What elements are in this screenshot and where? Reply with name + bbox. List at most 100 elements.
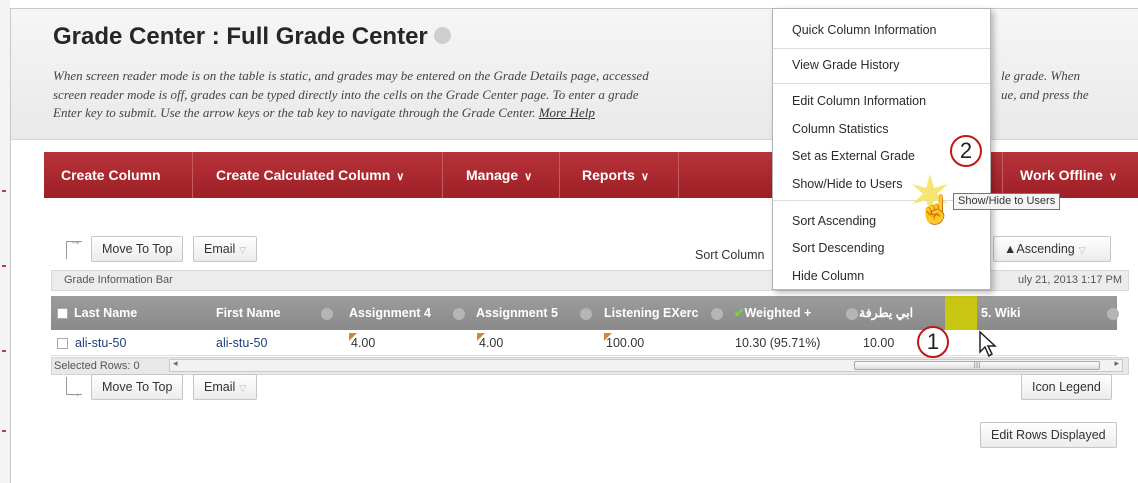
left-edge-strip xyxy=(0,0,10,483)
scrollbar-thumb[interactable]: III xyxy=(854,361,1100,370)
column-menu-icon[interactable] xyxy=(453,308,465,320)
reports-menu[interactable]: Reports ∨ xyxy=(582,152,649,198)
menu-item-set-as-external-grade[interactable]: Set as External Grade xyxy=(792,149,915,163)
column-header-assignment-5[interactable]: Assignment 5 xyxy=(476,296,592,330)
checkmark-icon: ✔ xyxy=(734,306,745,320)
column-header-label: Last Name xyxy=(74,306,138,320)
chevron-down-icon: ∨ xyxy=(396,171,405,183)
cell-arabic[interactable]: 10.00 xyxy=(863,330,894,356)
column-menu-icon[interactable] xyxy=(1107,308,1119,320)
cell-assignment-4[interactable]: 4.00 xyxy=(349,330,375,356)
dropdown-icon: ▽ xyxy=(239,383,247,393)
scrollbar-grip: III xyxy=(973,361,981,370)
toolbar-divider xyxy=(192,152,193,198)
work-offline-label: Work Offline xyxy=(1020,167,1103,183)
column-header-label: Assignment 4 xyxy=(349,306,431,320)
icon-legend-button[interactable]: Icon Legend xyxy=(1021,374,1112,400)
chevron-down-icon: ∨ xyxy=(640,171,649,183)
menu-item-show-hide-to-users[interactable]: Show/Hide to Users xyxy=(792,177,902,191)
email-label: Email xyxy=(204,380,236,394)
instructions-tail-1: le grade. When xyxy=(1001,68,1081,83)
menu-item-sort-descending[interactable]: Sort Descending xyxy=(792,241,884,255)
grade-information-label: Grade Information Bar xyxy=(64,274,173,286)
column-menu-icon[interactable] xyxy=(580,308,592,320)
move-to-top-label: Move To Top xyxy=(102,242,173,256)
help-circle-icon[interactable] xyxy=(433,27,451,45)
reports-label: Reports xyxy=(582,167,635,183)
page-title-text: Grade Center : Full Grade Center xyxy=(53,23,428,50)
instructions-text-3: Enter key to submit. Use the arrow keys … xyxy=(53,105,536,120)
cell-last-name[interactable]: ali-stu-50 xyxy=(75,330,126,356)
row-select-checkbox[interactable] xyxy=(57,330,74,356)
arrow-cursor-icon xyxy=(979,330,997,358)
tooltip: Show/Hide to Users xyxy=(953,193,1061,210)
move-to-top-button[interactable]: Move To Top xyxy=(91,236,184,262)
email-button-bottom[interactable]: Email ▽ xyxy=(193,374,258,400)
last-saved-date: uly 21, 2013 1:17 PM xyxy=(1018,274,1122,286)
column-header-label: Assignment 5 xyxy=(476,306,558,320)
work-offline-menu[interactable]: Work Offline ∨ xyxy=(1020,152,1117,198)
dropdown-icon: ▽ xyxy=(1078,245,1086,255)
icon-legend-label: Icon Legend xyxy=(1032,380,1101,394)
column-header-label: ابي يطرفة xyxy=(859,306,914,320)
create-calculated-column-menu[interactable]: Create Calculated Column ∨ xyxy=(216,152,404,198)
needs-grading-flag-icon xyxy=(604,333,612,341)
create-column-label: Create Column xyxy=(61,167,161,183)
column-header-arabic[interactable]: ابي يطرفة xyxy=(859,296,913,330)
edit-rows-displayed-button[interactable]: Edit Rows Displayed xyxy=(980,422,1117,448)
sort-ascending-select[interactable]: ▲Ascending ▽ xyxy=(993,236,1111,262)
column-header-assignment-4[interactable]: Assignment 4 xyxy=(349,296,465,330)
column-header-listening[interactable]: Listening EXerc xyxy=(604,296,723,330)
needs-grading-flag-icon xyxy=(477,333,485,341)
cell-first-name[interactable]: ali-stu-50 xyxy=(216,330,267,356)
column-header-label: Weighted + xyxy=(744,306,812,320)
selected-rows-count: Selected Rows: 0 xyxy=(54,360,140,372)
menu-item-edit-column-information[interactable]: Edit Column Information xyxy=(792,94,926,108)
instructions-text-2: screen reader mode is off, grades can be… xyxy=(53,86,639,102)
scroll-right-icon[interactable]: ▸ xyxy=(1114,358,1119,369)
menu-item-hide-column[interactable]: Hide Column xyxy=(792,269,864,283)
more-help-link[interactable]: More Help xyxy=(539,105,595,120)
menu-divider xyxy=(773,48,990,49)
menu-item-sort-ascending[interactable]: Sort Ascending xyxy=(792,214,876,228)
horizontal-scrollbar[interactable]: ◂ III ▸ xyxy=(169,358,1123,372)
scroll-left-icon[interactable]: ◂ xyxy=(173,358,178,369)
column-header-first-name[interactable]: First Name xyxy=(216,296,333,330)
email-button[interactable]: Email ▽ xyxy=(193,236,258,262)
grid-header-row: Last Name First Name Assignment 4 Assign… xyxy=(51,296,1119,330)
cell-listening[interactable]: 100.00 xyxy=(604,330,644,356)
table-row: ali-stu-50 ali-stu-50 4.00 4.00 100.00 1… xyxy=(51,330,1117,356)
column-header-label: 5. Wiki xyxy=(981,306,1021,320)
edit-rows-displayed-label: Edit Rows Displayed xyxy=(991,428,1106,442)
menu-item-view-grade-history[interactable]: View Grade History xyxy=(792,58,899,72)
toolbar-divider xyxy=(678,152,679,198)
column-menu-icon[interactable] xyxy=(846,308,858,320)
cell-assignment-5[interactable]: 4.00 xyxy=(477,330,503,356)
row-checkbox[interactable] xyxy=(57,338,68,350)
manage-label: Manage xyxy=(466,167,519,183)
create-column-button[interactable]: Create Column xyxy=(61,152,161,198)
instructions-tail-2: ue, and press the xyxy=(1001,86,1089,102)
page-title: Grade Center : Full Grade Center xyxy=(53,23,451,51)
move-to-top-button-bottom[interactable]: Move To Top xyxy=(91,374,184,400)
menu-item-column-statistics[interactable]: Column Statistics xyxy=(792,122,889,136)
column-header-weighted[interactable]: ✔Weighted + xyxy=(734,296,858,330)
column-menu-icon[interactable] xyxy=(321,308,333,320)
sort-columns-label: Sort Column xyxy=(695,248,765,262)
cell-weighted[interactable]: 10.30 (95.71%) xyxy=(735,330,820,356)
toolbar-divider xyxy=(1002,152,1003,198)
instructions-text-1: When screen reader mode is on the table … xyxy=(53,68,649,83)
menu-divider xyxy=(773,83,990,84)
move-to-top-label: Move To Top xyxy=(102,380,173,394)
ascending-label: ▲Ascending xyxy=(1004,242,1075,256)
column-header-wiki[interactable]: 5. Wiki xyxy=(981,296,1119,330)
toolbar-divider xyxy=(442,152,443,198)
step-1-marker: 1 xyxy=(917,326,949,358)
manage-menu[interactable]: Manage ∨ xyxy=(466,152,532,198)
menu-item-quick-column-information[interactable]: Quick Column Information xyxy=(792,23,937,37)
toolbar-divider xyxy=(559,152,560,198)
email-label: Email xyxy=(204,242,236,256)
column-menu-icon[interactable] xyxy=(711,308,723,320)
column-header-last-name[interactable]: Last Name xyxy=(57,296,137,330)
select-all-checkbox[interactable] xyxy=(57,308,68,320)
